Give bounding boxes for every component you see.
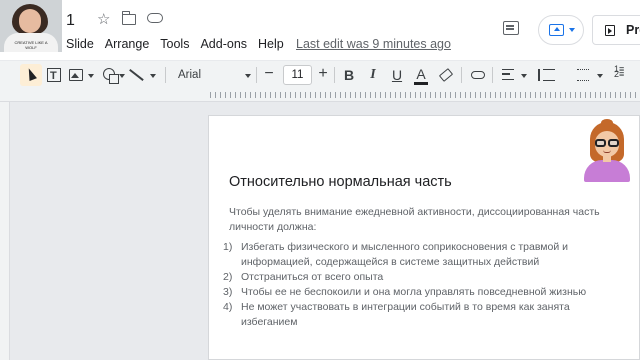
chevron-down-icon[interactable] bbox=[521, 74, 527, 78]
toolbar-divider bbox=[492, 67, 493, 83]
list-item-number: 2) bbox=[223, 271, 233, 283]
toolbar: Arial − 11 + B I U A 1≡ 2≡ bbox=[0, 60, 640, 88]
decrease-font-size-button[interactable]: − bbox=[263, 66, 275, 82]
list-item-text: Отстраниться от всего опыта bbox=[241, 271, 384, 283]
shape-icon[interactable] bbox=[103, 68, 119, 84]
menu-bar: Slide Arrange Tools Add-ons Help bbox=[66, 37, 295, 53]
horizontal-ruler bbox=[0, 88, 640, 102]
present-screen-icon bbox=[549, 24, 564, 36]
present-button[interactable]: Pre bbox=[592, 15, 640, 45]
document-title[interactable]: 1 bbox=[66, 12, 75, 30]
toolbar-divider bbox=[334, 67, 335, 83]
present-to-meeting-button[interactable] bbox=[538, 15, 584, 45]
bold-button[interactable]: B bbox=[343, 67, 355, 83]
slide-numbered-list[interactable]: 1) Избегать физического и мысленного сопр… bbox=[223, 240, 623, 330]
font-size-input[interactable]: 11 bbox=[283, 65, 312, 85]
list-item-text: Не может участвовать в интеграции событи… bbox=[241, 301, 570, 328]
list-item: 4) Не может участвовать в интеграции собы… bbox=[223, 300, 623, 330]
presenter-face bbox=[19, 9, 41, 33]
slide-title[interactable]: Относительно нормальная часть bbox=[229, 174, 452, 190]
select-tool-button[interactable] bbox=[20, 64, 42, 86]
chevron-down-icon bbox=[569, 28, 575, 32]
font-family-select[interactable]: Arial bbox=[178, 67, 238, 83]
move-to-folder-icon[interactable] bbox=[121, 11, 136, 25]
list-item: 1) Избегать физического и мысленного сопр… bbox=[223, 240, 623, 270]
avatar-glasses-right bbox=[608, 139, 619, 147]
last-edit-link[interactable]: Last edit was 9 minutes ago bbox=[296, 37, 451, 52]
insert-image-icon[interactable] bbox=[69, 69, 83, 81]
chevron-down-icon[interactable] bbox=[245, 74, 251, 78]
toolbar-divider bbox=[461, 67, 462, 83]
play-slideshow-icon bbox=[605, 25, 615, 36]
toolbar-divider bbox=[256, 67, 257, 83]
list-item-number: 3) bbox=[223, 286, 233, 298]
title-bar: 1 ☆ Slide Arrange Tools Add-ons Help Las… bbox=[0, 0, 640, 56]
numbered-list-icon[interactable]: 1≡ 2≡ bbox=[614, 65, 628, 83]
align-icon[interactable] bbox=[502, 69, 514, 80]
bulleted-list-icon[interactable] bbox=[577, 69, 589, 81]
menu-arrange[interactable]: Arrange bbox=[105, 37, 156, 53]
list-item-text: Избегать физического и мысленного соприк… bbox=[241, 241, 569, 268]
cloud-status-icon[interactable] bbox=[147, 13, 163, 23]
list-item: 3) Чтобы ее не беспокоили и она могла упр… bbox=[223, 285, 623, 300]
text-box-icon[interactable] bbox=[47, 68, 61, 84]
list-item: 2) Отстраниться от всего опыта bbox=[223, 270, 623, 285]
line-spacing-icon[interactable] bbox=[538, 69, 555, 81]
avatar-illustration[interactable] bbox=[583, 119, 631, 182]
chevron-down-icon[interactable] bbox=[88, 74, 94, 78]
insert-link-icon[interactable] bbox=[471, 71, 485, 79]
webcam-overlay: CREATIVE LIKE A WOLF bbox=[0, 0, 62, 52]
menu-add-ons[interactable]: Add-ons bbox=[200, 37, 254, 53]
line-icon[interactable] bbox=[129, 68, 144, 81]
cursor-arrow-icon bbox=[25, 66, 37, 82]
google-slides-window: CREATIVE LIKE A WOLF 1 ☆ Slide Arrange T… bbox=[0, 0, 640, 360]
list-item-number: 4) bbox=[223, 301, 233, 313]
list-item-number: 1) bbox=[223, 241, 233, 253]
slide-intro-text[interactable]: Чтобы уделять внимание ежедневной активн… bbox=[229, 205, 619, 235]
presenter-shirt-text: CREATIVE LIKE A WOLF bbox=[14, 40, 48, 50]
menu-help[interactable]: Help bbox=[258, 37, 291, 53]
italic-button[interactable]: I bbox=[368, 67, 378, 83]
list-item-text: Чтобы ее не беспокоили и она могла управ… bbox=[241, 286, 587, 298]
chevron-down-icon[interactable] bbox=[150, 74, 156, 78]
star-icon[interactable]: ☆ bbox=[97, 12, 110, 28]
avatar-bun bbox=[601, 119, 613, 127]
highlight-color-icon[interactable] bbox=[438, 68, 454, 82]
present-button-label: Pre bbox=[626, 23, 640, 37]
vertical-ruler bbox=[0, 102, 10, 360]
text-color-button[interactable]: A bbox=[414, 67, 428, 85]
underline-button[interactable]: U bbox=[391, 67, 403, 83]
menu-tools[interactable]: Tools bbox=[160, 37, 196, 53]
toolbar-divider bbox=[165, 67, 166, 83]
increase-font-size-button[interactable]: + bbox=[317, 66, 329, 82]
ruler-ticks bbox=[210, 92, 640, 98]
comment-history-icon[interactable] bbox=[503, 21, 519, 35]
avatar-body bbox=[584, 160, 630, 182]
menu-slide[interactable]: Slide bbox=[66, 37, 101, 53]
chevron-down-icon[interactable] bbox=[597, 74, 603, 78]
avatar-glasses-left bbox=[595, 139, 606, 147]
chevron-down-icon[interactable] bbox=[119, 74, 125, 78]
slide[interactable]: Относительно нормальная часть Чтобы удел… bbox=[208, 115, 640, 360]
